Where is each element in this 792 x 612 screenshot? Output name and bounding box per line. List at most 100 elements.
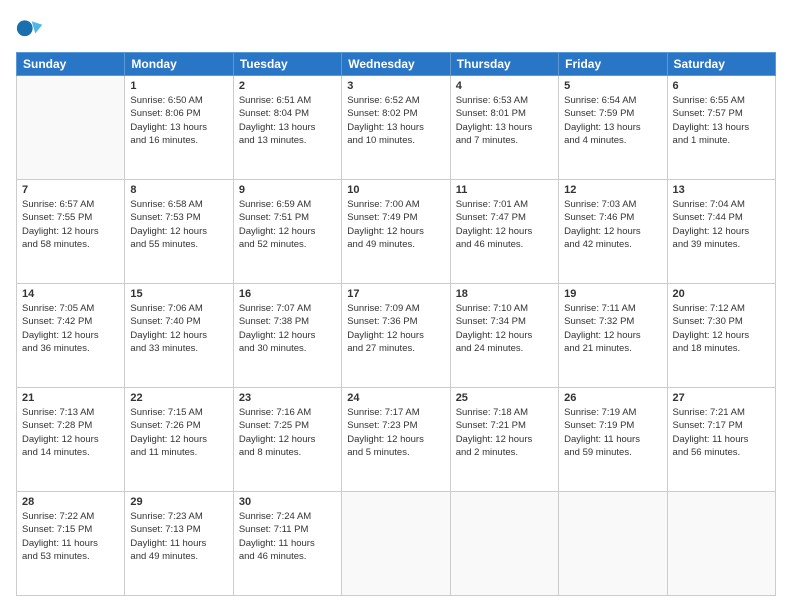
calendar-cell: 17 Sunrise: 7:09 AM Sunset: 7:36 PM Dayli… [342,284,450,388]
day-info: Sunrise: 7:21 AM Sunset: 7:17 PM Dayligh… [673,406,770,459]
day-info: Sunrise: 7:10 AM Sunset: 7:34 PM Dayligh… [456,302,553,355]
day-info: Sunrise: 6:58 AM Sunset: 7:53 PM Dayligh… [130,198,227,251]
day-info: Sunrise: 7:24 AM Sunset: 7:11 PM Dayligh… [239,510,336,563]
calendar-cell: 2 Sunrise: 6:51 AM Sunset: 8:04 PM Daylig… [233,76,341,180]
day-number: 17 [347,288,444,300]
calendar-cell: 14Sunrise: 7:05 AM Sunset: 7:42 PM Dayli… [17,284,125,388]
day-info: Sunrise: 7:09 AM Sunset: 7:36 PM Dayligh… [347,302,444,355]
calendar-cell: 3 Sunrise: 6:52 AM Sunset: 8:02 PM Daylig… [342,76,450,180]
calendar-cell: 28Sunrise: 7:22 AM Sunset: 7:15 PM Dayli… [17,492,125,596]
day-number: 12 [564,184,661,196]
day-number: 5 [564,80,661,92]
calendar-cell: 7 Sunrise: 6:57 AM Sunset: 7:55 PM Daylig… [17,180,125,284]
day-number: 19 [564,288,661,300]
day-info: Sunrise: 6:51 AM Sunset: 8:04 PM Dayligh… [239,94,336,147]
day-info: Sunrise: 7:07 AM Sunset: 7:38 PM Dayligh… [239,302,336,355]
col-header-friday: Friday [559,53,667,76]
day-info: Sunrise: 7:15 AM Sunset: 7:26 PM Dayligh… [130,406,227,459]
page: SundayMondayTuesdayWednesdayThursdayFrid… [0,0,792,612]
calendar-cell: 24 Sunrise: 7:17 AM Sunset: 7:23 PM Dayli… [342,388,450,492]
day-number: 22 [130,392,227,404]
day-info: Sunrise: 7:19 AM Sunset: 7:19 PM Dayligh… [564,406,661,459]
day-number: 26 [564,392,661,404]
day-number: 25 [456,392,553,404]
calendar-cell: 8Sunrise: 6:58 AM Sunset: 7:53 PM Daylig… [125,180,233,284]
day-number: 16 [239,288,336,300]
calendar-cell [450,492,558,596]
day-info: Sunrise: 7:03 AM Sunset: 7:46 PM Dayligh… [564,198,661,251]
col-header-sunday: Sunday [17,53,125,76]
calendar-cell: 19 Sunrise: 7:11 AM Sunset: 7:32 PM Dayli… [559,284,667,388]
day-number: 9 [239,184,336,196]
day-info: Sunrise: 7:16 AM Sunset: 7:25 PM Dayligh… [239,406,336,459]
day-number: 6 [673,80,770,92]
day-number: 18 [456,288,553,300]
calendar-cell: 15 Sunrise: 7:06 AM Sunset: 7:40 PM Dayli… [125,284,233,388]
day-info: Sunrise: 6:55 AM Sunset: 7:57 PM Dayligh… [673,94,770,147]
day-info: Sunrise: 6:53 AM Sunset: 8:01 PM Dayligh… [456,94,553,147]
day-number: 21 [22,392,119,404]
day-info: Sunrise: 7:11 AM Sunset: 7:32 PM Dayligh… [564,302,661,355]
day-number: 29 [130,496,227,508]
calendar-cell: 9Sunrise: 6:59 AM Sunset: 7:51 PM Daylig… [233,180,341,284]
day-number: 27 [673,392,770,404]
calendar-cell [17,76,125,180]
day-info: Sunrise: 7:12 AM Sunset: 7:30 PM Dayligh… [673,302,770,355]
day-number: 10 [347,184,444,196]
calendar-cell: 13 Sunrise: 7:04 AM Sunset: 7:44 PM Dayli… [667,180,775,284]
day-number: 11 [456,184,553,196]
day-info: Sunrise: 6:54 AM Sunset: 7:59 PM Dayligh… [564,94,661,147]
calendar-cell: 16 Sunrise: 7:07 AM Sunset: 7:38 PM Dayli… [233,284,341,388]
day-info: Sunrise: 7:17 AM Sunset: 7:23 PM Dayligh… [347,406,444,459]
calendar-cell: 22 Sunrise: 7:15 AM Sunset: 7:26 PM Dayli… [125,388,233,492]
day-number: 24 [347,392,444,404]
calendar-cell: 20 Sunrise: 7:12 AM Sunset: 7:30 PM Dayli… [667,284,775,388]
day-number: 13 [673,184,770,196]
day-number: 20 [673,288,770,300]
calendar-cell: 23 Sunrise: 7:16 AM Sunset: 7:25 PM Dayli… [233,388,341,492]
calendar-cell: 26 Sunrise: 7:19 AM Sunset: 7:19 PM Dayli… [559,388,667,492]
day-info: Sunrise: 7:00 AM Sunset: 7:49 PM Dayligh… [347,198,444,251]
day-number: 23 [239,392,336,404]
col-header-thursday: Thursday [450,53,558,76]
calendar-cell: 18 Sunrise: 7:10 AM Sunset: 7:34 PM Dayli… [450,284,558,388]
day-number: 4 [456,80,553,92]
calendar-cell: 4 Sunrise: 6:53 AM Sunset: 8:01 PM Daylig… [450,76,558,180]
calendar-cell: 25 Sunrise: 7:18 AM Sunset: 7:21 PM Dayli… [450,388,558,492]
day-number: 1 [130,80,227,92]
logo [16,16,48,44]
calendar-cell [667,492,775,596]
day-info: Sunrise: 6:52 AM Sunset: 8:02 PM Dayligh… [347,94,444,147]
calendar-cell: 1 Sunrise: 6:50 AM Sunset: 8:06 PM Daylig… [125,76,233,180]
calendar-cell: 29 Sunrise: 7:23 AM Sunset: 7:13 PM Dayli… [125,492,233,596]
calendar-cell: 30Sunrise: 7:24 AM Sunset: 7:11 PM Dayli… [233,492,341,596]
calendar-cell: 10 Sunrise: 7:00 AM Sunset: 7:49 PM Dayli… [342,180,450,284]
day-number: 28 [22,496,119,508]
day-info: Sunrise: 7:23 AM Sunset: 7:13 PM Dayligh… [130,510,227,563]
day-info: Sunrise: 7:04 AM Sunset: 7:44 PM Dayligh… [673,198,770,251]
day-number: 2 [239,80,336,92]
calendar-cell [342,492,450,596]
header [16,16,776,44]
calendar-cell: 21 Sunrise: 7:13 AM Sunset: 7:28 PM Dayli… [17,388,125,492]
day-number: 15 [130,288,227,300]
calendar-cell: 12 Sunrise: 7:03 AM Sunset: 7:46 PM Dayli… [559,180,667,284]
calendar-cell: 11 Sunrise: 7:01 AM Sunset: 7:47 PM Dayli… [450,180,558,284]
day-info: Sunrise: 6:57 AM Sunset: 7:55 PM Dayligh… [22,198,119,251]
logo-icon [16,16,44,44]
calendar-table: SundayMondayTuesdayWednesdayThursdayFrid… [16,52,776,596]
day-info: Sunrise: 7:01 AM Sunset: 7:47 PM Dayligh… [456,198,553,251]
day-info: Sunrise: 7:05 AM Sunset: 7:42 PM Dayligh… [22,302,119,355]
day-info: Sunrise: 6:50 AM Sunset: 8:06 PM Dayligh… [130,94,227,147]
calendar-cell: 5 Sunrise: 6:54 AM Sunset: 7:59 PM Daylig… [559,76,667,180]
col-header-tuesday: Tuesday [233,53,341,76]
day-info: Sunrise: 7:18 AM Sunset: 7:21 PM Dayligh… [456,406,553,459]
col-header-wednesday: Wednesday [342,53,450,76]
day-number: 3 [347,80,444,92]
day-number: 7 [22,184,119,196]
day-info: Sunrise: 7:06 AM Sunset: 7:40 PM Dayligh… [130,302,227,355]
col-header-saturday: Saturday [667,53,775,76]
calendar-cell: 27 Sunrise: 7:21 AM Sunset: 7:17 PM Dayli… [667,388,775,492]
day-info: Sunrise: 7:13 AM Sunset: 7:28 PM Dayligh… [22,406,119,459]
calendar-cell [559,492,667,596]
